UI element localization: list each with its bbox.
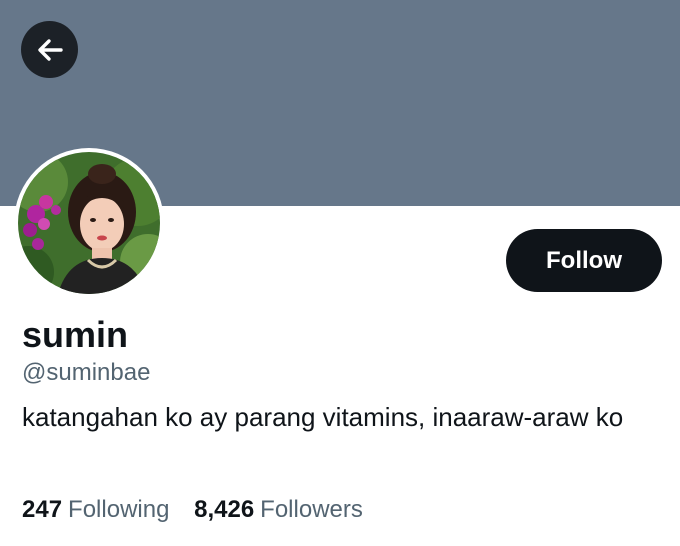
follow-button-label: Follow (546, 246, 622, 274)
avatar-photo (18, 152, 160, 294)
arrow-left-icon (37, 38, 63, 61)
profile-stats: 247 Following 8,426 Followers (22, 494, 381, 526)
avatar[interactable] (14, 148, 164, 298)
back-button[interactable] (21, 21, 78, 78)
follow-button[interactable]: Follow (506, 229, 662, 292)
following-link[interactable]: 247 Following (22, 494, 169, 526)
followers-link[interactable]: 8,426 Followers (194, 494, 363, 526)
user-handle: @suminbae (22, 359, 151, 386)
profile-bio: katangahan ko ay parang vitamins, inaara… (22, 402, 624, 432)
followers-label: Followers (260, 496, 363, 523)
following-count: 247 (22, 496, 63, 523)
display-name: sumin (22, 314, 129, 355)
profile-page: Follow sumin @suminbae katangahan ko ay … (0, 0, 680, 546)
followers-count: 8,426 (194, 496, 255, 523)
following-label: Following (68, 496, 170, 523)
